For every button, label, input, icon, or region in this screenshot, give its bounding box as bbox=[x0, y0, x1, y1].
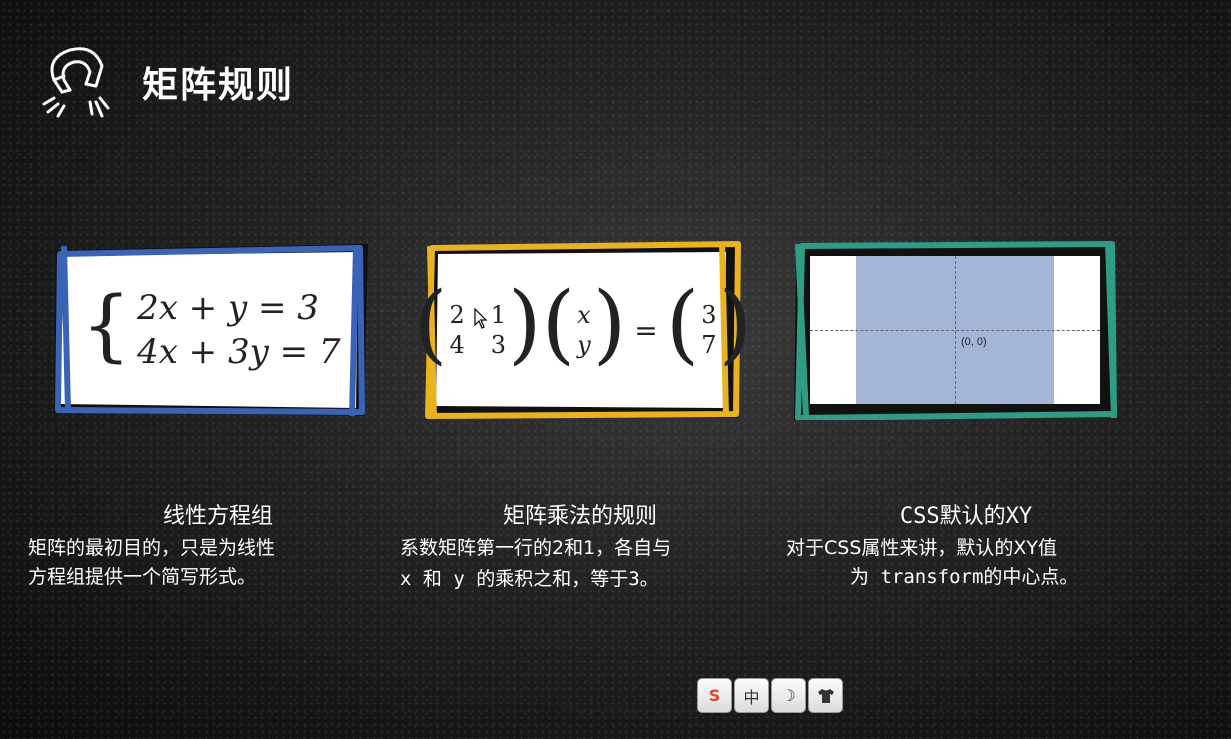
chinese-mode-button[interactable]: 中 bbox=[734, 678, 769, 713]
matrix-cell: 4 bbox=[449, 331, 465, 359]
caption-line-1: 矩阵的最初目的，只是为线性 bbox=[28, 537, 276, 559]
y-axis-line bbox=[955, 256, 956, 404]
vector-cell: y bbox=[577, 331, 591, 359]
origin-label: (0, 0) bbox=[961, 336, 987, 348]
matrix-card: ( 2 1 4 3 ) ( x y ) = ( 3 7 ) bbox=[414, 240, 752, 420]
page-title: 矩阵规则 bbox=[142, 65, 295, 106]
equation-line-2: 4x + 3y = 7 bbox=[137, 332, 341, 372]
caption-line-1: 对于CSS属性来讲，默认的XY值 bbox=[786, 537, 1058, 559]
css-demo-area: (0, 0) bbox=[810, 256, 1100, 404]
brace-glyph: { bbox=[81, 281, 132, 371]
result-vector: 3 7 bbox=[701, 301, 716, 359]
variable-vector: x y bbox=[577, 301, 591, 359]
equation-card: { 2x + y = 3 4x + 3y = 7 bbox=[50, 240, 372, 420]
equals-sign: = bbox=[634, 313, 658, 347]
matrix-equation: ( 2 1 4 3 ) ( x y ) = ( 3 7 ) bbox=[413, 274, 753, 374]
matrix-cell: 1 bbox=[490, 301, 506, 329]
header: 矩阵规则 bbox=[40, 40, 294, 124]
equation-system: { 2x + y = 3 4x + 3y = 7 bbox=[81, 286, 340, 374]
vector-cell: 7 bbox=[701, 331, 717, 359]
vector-cell: 3 bbox=[701, 301, 717, 329]
caption-line-2: 方程组提供一个简写形式。 bbox=[28, 565, 257, 588]
ime-toolbar: S 中 ☽ bbox=[697, 678, 843, 713]
caption-matrix: 矩阵乘法的规则 系数矩阵第一行的2和1，各自与 x 和 y 的乘积之和，等于3。 bbox=[400, 498, 760, 593]
css-xy-card: (0, 0) bbox=[792, 240, 1118, 420]
matrix-cell: 2 bbox=[449, 301, 465, 329]
mouse-cursor-icon bbox=[474, 308, 488, 329]
equation-line-1: 2x + y = 3 bbox=[137, 287, 319, 328]
sogou-logo-icon[interactable]: S bbox=[697, 678, 732, 713]
caption-title: 矩阵乘法的规则 bbox=[502, 504, 657, 529]
vector-cell: x bbox=[577, 301, 591, 329]
caption-title: 线性方程组 bbox=[162, 504, 273, 529]
matrix-cell: 3 bbox=[490, 331, 506, 359]
moon-icon[interactable]: ☽ bbox=[771, 678, 806, 713]
magnet-icon bbox=[42, 47, 110, 118]
caption-css: CSS默认的XY 对于CSS属性来讲，默认的XY值 为 transform的中心… bbox=[786, 498, 1146, 591]
caption-equation: 线性方程组 矩阵的最初目的，只是为线性 方程组提供一个简写形式。 bbox=[28, 498, 388, 591]
caption-line-2: 为 transform的中心点。 bbox=[850, 565, 1079, 588]
caption-line-2: x 和 y 的乘积之和，等于3。 bbox=[400, 567, 659, 590]
caption-title: CSS默认的XY bbox=[899, 504, 1033, 529]
caption-line-1: 系数矩阵第一行的2和1，各自与 bbox=[400, 537, 672, 559]
shirt-icon[interactable] bbox=[808, 678, 843, 713]
